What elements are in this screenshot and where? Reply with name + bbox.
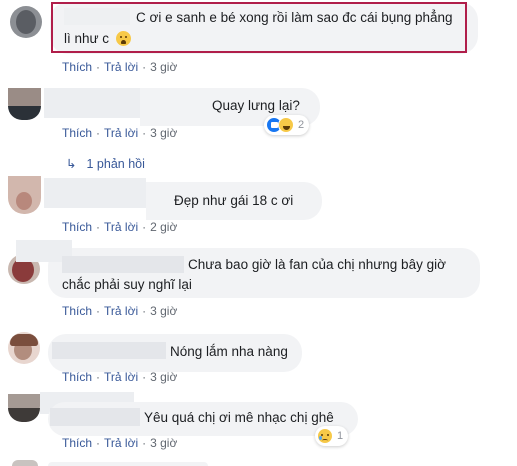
reply-link[interactable]: Trả lời <box>104 304 138 318</box>
comment-actions: Thích · Trả lời · 2 giờ <box>62 220 178 234</box>
haha-icon <box>278 117 294 133</box>
replies-count-label: 1 phản hồi <box>86 157 145 171</box>
comment-text-line2: chắc phải suy nghĩ lại <box>62 277 192 292</box>
comment-text: Đẹp như gái 18 c ơi <box>174 193 294 208</box>
avatar[interactable] <box>8 176 41 214</box>
reply-arrow-icon: ↳ <box>66 157 77 171</box>
commenter-name-redacted <box>44 88 140 118</box>
reply-link[interactable]: Trả lời <box>104 126 138 140</box>
highlight-box <box>51 2 467 53</box>
reaction-count: 1 <box>337 430 344 442</box>
comment-3: Đẹp như gái 18 c ơi Thích · Trả lời · 2 giờ <box>0 174 517 244</box>
reactions-summary[interactable]: 2 <box>264 115 310 135</box>
like-link[interactable]: Thích <box>62 220 92 234</box>
comment-4: Chưa bao giờ là fan của chị nhưng bây gi… <box>0 238 517 328</box>
avatar[interactable] <box>8 88 41 120</box>
comment-actions: Thích · Trả lời · 3 giờ <box>62 304 178 318</box>
commenter-name-redacted-2 <box>62 256 184 273</box>
reply-link[interactable]: Trả lời <box>104 60 138 74</box>
avatar[interactable] <box>8 394 40 422</box>
reaction-count: 2 <box>298 119 305 131</box>
comment-actions: Thích · Trả lời · 3 giờ <box>62 370 178 384</box>
like-link[interactable]: Thích <box>62 126 92 140</box>
comment-actions: Thích · Trả lời · 3 giờ <box>62 436 178 450</box>
comment-6: Yêu quá chị ơi mê nhạc chị ghê 1 Thích · T… <box>0 392 517 466</box>
comment-text: Yêu quá chị ơi mê nhạc chị ghê <box>144 410 334 425</box>
avatar[interactable] <box>10 6 42 38</box>
comment-text: Nóng lắm nha nàng <box>170 344 288 359</box>
timestamp[interactable]: 3 giờ <box>150 304 177 318</box>
timestamp[interactable]: 3 giờ <box>150 436 177 450</box>
comment-1: C ơi e sanh e bé xong rồi làm sao đc cái… <box>0 0 517 80</box>
sad-icon <box>317 428 333 444</box>
timestamp[interactable]: 3 giờ <box>150 126 177 140</box>
commenter-name-redacted <box>52 342 166 359</box>
comment-2: Quay lưng lại? 2 Thích · Trả lời · 3 giờ ↳ 1 … <box>0 84 517 179</box>
comment-actions: Thích · Trả lời · 3 giờ <box>62 60 178 74</box>
reply-link[interactable]: Trả lời <box>104 220 138 234</box>
comment-5: Nóng lắm nha nàng Thích · Trả lời · 3 giờ <box>0 330 517 390</box>
timestamp[interactable]: 2 giờ <box>150 220 177 234</box>
like-link[interactable]: Thích <box>62 60 92 74</box>
commenter-name-redacted-2 <box>50 408 140 426</box>
timestamp[interactable]: 3 giờ <box>150 60 177 74</box>
like-link[interactable]: Thích <box>62 436 92 450</box>
like-link[interactable]: Thích <box>62 304 92 318</box>
commenter-name-redacted <box>44 178 146 208</box>
comment-actions: Thích · Trả lời · 3 giờ <box>62 126 178 140</box>
view-replies-link[interactable]: ↳ 1 phản hồi <box>66 156 145 171</box>
avatar[interactable] <box>8 332 40 364</box>
timestamp[interactable]: 3 giờ <box>150 370 177 384</box>
like-link[interactable]: Thích <box>62 370 92 384</box>
next-comment-edge <box>0 460 517 466</box>
reactions-summary[interactable]: 1 <box>315 426 349 446</box>
comment-text-line1: Chưa bao giờ là fan của chị nhưng bây gi… <box>188 257 446 272</box>
reply-link[interactable]: Trả lời <box>104 436 138 450</box>
reply-link[interactable]: Trả lời <box>104 370 138 384</box>
comment-text: Quay lưng lại? <box>212 98 300 113</box>
